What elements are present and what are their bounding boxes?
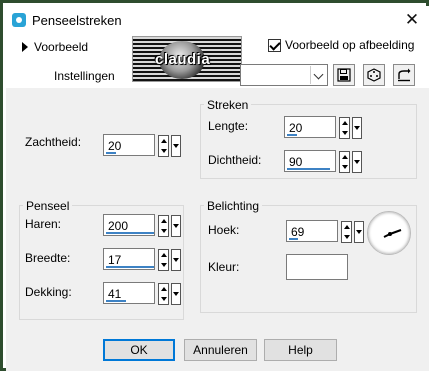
- color-swatch[interactable]: [286, 254, 348, 280]
- softness-dropdown-icon[interactable]: [171, 135, 181, 157]
- length-dropdown-icon[interactable]: [352, 117, 362, 139]
- cancel-button[interactable]: Annuleren: [184, 339, 257, 361]
- preview-on-image-label: Voorbeeld op afbeelding: [285, 38, 415, 52]
- density-level-bar: [287, 168, 330, 170]
- settings-label: Instellingen: [54, 69, 115, 83]
- preview-on-image-checkbox[interactable]: [268, 38, 281, 52]
- density-value[interactable]: 90: [289, 155, 302, 169]
- softness-label: Zachtheid:: [25, 135, 82, 149]
- length-label: Lengte:: [208, 119, 249, 133]
- randomize-button[interactable]: [363, 64, 385, 86]
- length-value[interactable]: 20: [289, 121, 302, 135]
- reset-button[interactable]: [393, 64, 415, 86]
- brush-group-title: Penseel: [23, 199, 73, 213]
- chevron-down-icon[interactable]: [310, 66, 326, 84]
- opacity-updown[interactable]: [158, 283, 169, 305]
- arrow-down-icon[interactable]: [161, 149, 167, 153]
- expand-triangle-icon[interactable]: [22, 42, 28, 52]
- angle-value[interactable]: 69: [291, 225, 304, 239]
- angle-needle-icon: [383, 229, 402, 238]
- angle-label: Hoek:: [208, 223, 240, 237]
- arrow-up-icon[interactable]: [344, 225, 350, 229]
- reset-icon: [398, 68, 411, 82]
- width-spinner[interactable]: 17: [103, 248, 181, 271]
- help-button[interactable]: Help: [264, 339, 337, 361]
- opacity-level-bar: [106, 300, 126, 302]
- length-updown[interactable]: [339, 117, 350, 139]
- preview-toggle-label[interactable]: Voorbeeld: [34, 40, 88, 54]
- bristles-dropdown-icon[interactable]: [171, 215, 181, 237]
- color-label: Kleur:: [208, 260, 240, 274]
- preview-on-image-option[interactable]: Voorbeeld op afbeelding: [268, 38, 414, 52]
- angle-level-bar: [289, 238, 298, 240]
- density-label: Dichtheid:: [208, 153, 262, 167]
- angle-dropdown-icon[interactable]: [354, 221, 364, 243]
- softness-value[interactable]: 20: [108, 139, 121, 153]
- arrow-down-icon[interactable]: [161, 229, 167, 233]
- arrow-down-icon[interactable]: [344, 235, 350, 239]
- app-icon: [12, 13, 26, 27]
- button-bar: OK Annuleren Help: [6, 338, 429, 371]
- save-preset-button[interactable]: [333, 64, 355, 86]
- bristles-value[interactable]: 200: [108, 219, 128, 233]
- preview-watermark: claudia: [155, 51, 211, 68]
- arrow-down-icon[interactable]: [161, 297, 167, 301]
- dialog-window: Penseelstreken ✕ Voorbeeld claudia Voorb…: [0, 0, 429, 371]
- lighting-group-title: Belichting: [204, 199, 263, 213]
- arrow-up-icon[interactable]: [161, 219, 167, 223]
- bristles-label: Haren:: [25, 217, 62, 231]
- dice-icon: [367, 68, 381, 82]
- opacity-spinner[interactable]: 41: [103, 282, 181, 305]
- angle-updown[interactable]: [341, 221, 352, 243]
- ok-button[interactable]: OK: [103, 339, 175, 361]
- softness-spinner[interactable]: 20: [103, 134, 181, 157]
- strokes-group-title: Streken: [204, 98, 252, 112]
- length-spinner[interactable]: 20: [284, 116, 362, 139]
- opacity-label: Dekking:: [25, 285, 72, 299]
- angle-spinner[interactable]: 69: [286, 220, 364, 243]
- arrow-up-icon[interactable]: [161, 139, 167, 143]
- arrow-up-icon[interactable]: [161, 253, 167, 257]
- settings-panel: Zachtheid: 20 Streken Lengte: 20 Dichthe…: [6, 88, 429, 338]
- width-level-bar: [106, 266, 154, 268]
- preview-area: Voorbeeld claudia Voorbeeld op afbeeldin…: [6, 34, 429, 88]
- close-icon[interactable]: ✕: [401, 10, 423, 30]
- density-spinner[interactable]: 90: [284, 150, 362, 173]
- arrow-up-icon[interactable]: [161, 287, 167, 291]
- arrow-down-icon[interactable]: [161, 263, 167, 267]
- opacity-dropdown-icon[interactable]: [171, 283, 181, 305]
- width-dropdown-icon[interactable]: [171, 249, 181, 271]
- bristles-spinner[interactable]: 200: [103, 214, 181, 237]
- arrow-up-icon[interactable]: [342, 121, 348, 125]
- width-updown[interactable]: [158, 249, 169, 271]
- density-dropdown-icon[interactable]: [352, 151, 362, 173]
- length-level-bar: [287, 134, 297, 136]
- opacity-value[interactable]: 41: [108, 287, 121, 301]
- softness-updown[interactable]: [158, 135, 169, 157]
- arrow-down-icon[interactable]: [342, 131, 348, 135]
- title-bar: Penseelstreken ✕: [6, 6, 429, 34]
- width-value[interactable]: 17: [108, 253, 121, 267]
- arrow-up-icon[interactable]: [342, 155, 348, 159]
- preset-dropdown[interactable]: [240, 64, 328, 86]
- bristles-level-bar: [106, 232, 154, 234]
- arrow-down-icon[interactable]: [342, 165, 348, 169]
- bristles-updown[interactable]: [158, 215, 169, 237]
- window-title: Penseelstreken: [32, 13, 122, 28]
- preview-thumbnail[interactable]: claudia: [132, 36, 242, 82]
- width-label: Breedte:: [25, 251, 71, 265]
- softness-level-bar: [106, 152, 116, 154]
- density-updown[interactable]: [339, 151, 350, 173]
- save-icon: [337, 68, 351, 82]
- angle-dial[interactable]: [367, 211, 411, 255]
